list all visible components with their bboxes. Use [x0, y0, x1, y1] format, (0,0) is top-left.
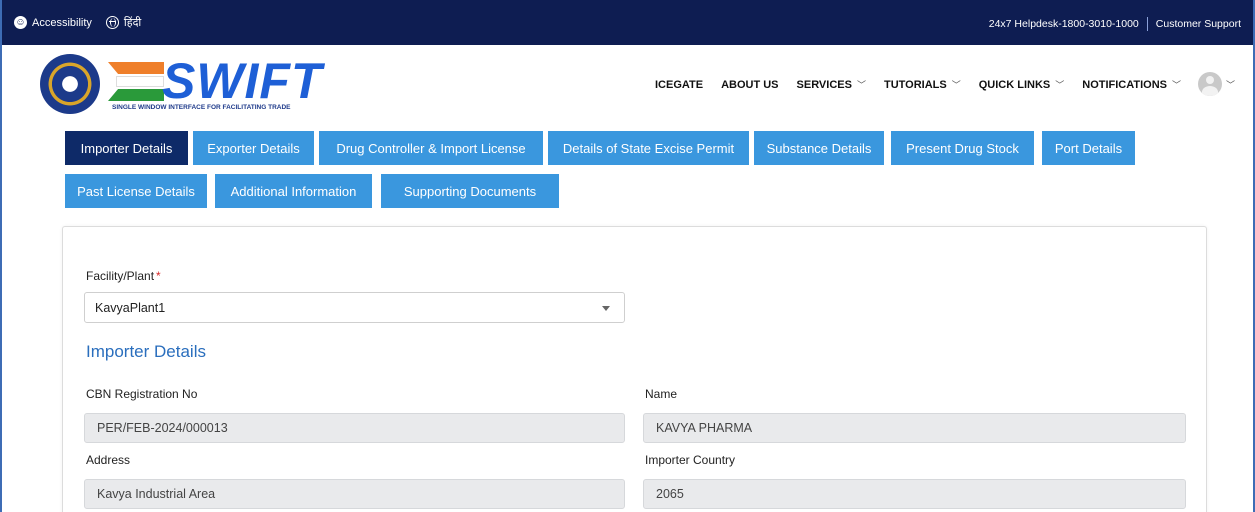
tab-past-license[interactable]: Past License Details	[65, 174, 207, 208]
nav-icegate[interactable]: ICEGATE	[655, 79, 703, 91]
tab-state-excise[interactable]: Details of State Excise Permit	[548, 131, 749, 165]
user-menu[interactable]: ﹀	[1197, 72, 1235, 96]
accessibility-link[interactable]: ☺ Accessibility	[14, 16, 92, 29]
tab-label: Substance Details	[766, 140, 872, 156]
country-value: 2065	[656, 487, 684, 501]
accessibility-icon: ☺	[14, 16, 27, 29]
nav-label: ICEGATE	[654, 78, 704, 91]
chevron-down-icon: ﹀	[951, 80, 961, 90]
nav-label: TUTORIALS	[883, 78, 947, 91]
customer-support-link[interactable]: Customer Support	[1156, 18, 1241, 30]
required-marker: *	[156, 269, 161, 283]
nav-services[interactable]: SERVICES ﹀	[797, 78, 866, 91]
logo-tagline: SINGLE WINDOW INTERFACE FOR FACILITATING…	[112, 104, 291, 111]
utility-links: ☺ Accessibility हिंदी	[14, 15, 155, 30]
nav-notifications[interactable]: NOTIFICATIONS ﹀	[1082, 78, 1181, 91]
country-field[interactable]: 2065	[643, 479, 1186, 509]
logo-word: SWIFT	[162, 53, 323, 109]
cbn-value: PER/FEB-2024/000013	[97, 421, 228, 435]
address-label: Address	[86, 453, 131, 467]
support-links: 24x7 Helpdesk-1800-3010-1000 Customer Su…	[989, 17, 1241, 31]
nav-label: SERVICES	[796, 78, 852, 91]
facility-select[interactable]: KavyaPlant1	[84, 292, 625, 323]
caret-down-icon	[602, 306, 610, 311]
tab-supporting-documents[interactable]: Supporting Documents	[381, 174, 559, 208]
tab-label: Additional Information	[230, 183, 357, 199]
section-title: Importer Details	[86, 342, 206, 361]
page-frame: ☺ Accessibility हिंदी 24x7 Helpdesk-1800…	[0, 0, 1255, 512]
facility-select-value: KavyaPlant1	[95, 300, 166, 315]
site-header: SWIFT SINGLE WINDOW INTERFACE FOR FACILI…	[2, 45, 1253, 120]
language-link[interactable]: हिंदी	[105, 15, 142, 30]
emblem-logo	[40, 54, 100, 114]
chevron-down-icon: ﹀	[856, 80, 866, 90]
tab-exporter-details[interactable]: Exporter Details	[193, 131, 314, 165]
address-field[interactable]: Kavya Industrial Area	[84, 479, 625, 509]
nav-label: NOTIFICATIONS	[1082, 78, 1167, 91]
chevron-down-icon: ﹀	[1055, 80, 1065, 90]
address-value: Kavya Industrial Area	[97, 487, 216, 501]
swift-logo[interactable]: SWIFT SINGLE WINDOW INTERFACE FOR FACILI…	[108, 53, 322, 118]
tab-importer-details[interactable]: Importer Details	[65, 131, 188, 165]
tab-label: Details of State Excise Permit	[562, 140, 735, 156]
tab-label: Port Details	[1054, 140, 1123, 156]
nav-label: ABOUT US	[721, 78, 779, 91]
main-nav: ICEGATE ABOUT US SERVICES ﹀ TUTORIALS ﹀ QU…	[637, 78, 1181, 91]
nav-about-us[interactable]: ABOUT US	[721, 79, 778, 91]
avatar	[1197, 72, 1222, 96]
name-label: Name	[645, 387, 678, 401]
tab-port-details[interactable]: Port Details	[1042, 131, 1135, 165]
accessibility-label: Accessibility	[32, 16, 92, 29]
facility-label: Facility/Plant *	[86, 269, 161, 283]
top-utility-bar: ☺ Accessibility हिंदी 24x7 Helpdesk-1800…	[2, 0, 1253, 45]
nav-quick-links[interactable]: QUICK LINKS ﹀	[979, 78, 1065, 91]
country-label: Importer Country	[645, 453, 736, 467]
tab-substance-details[interactable]: Substance Details	[754, 131, 884, 165]
helpdesk-link[interactable]: 24x7 Helpdesk-1800-3010-1000	[989, 18, 1139, 30]
tab-additional-info[interactable]: Additional Information	[215, 174, 372, 208]
tab-label: Supporting Documents	[403, 183, 537, 199]
name-field[interactable]: KAVYA PHARMA	[643, 413, 1186, 443]
tab-label: Drug Controller & Import License	[336, 140, 526, 156]
cbn-label: CBN Registration No	[86, 387, 198, 401]
divider	[1146, 17, 1148, 31]
tab-drug-controller[interactable]: Drug Controller & Import License	[319, 131, 543, 165]
tab-label: Past License Details	[77, 183, 195, 199]
language-label: हिंदी	[123, 17, 142, 29]
importer-details-card: Facility/Plant * KavyaPlant1 Importer Det…	[62, 226, 1207, 512]
facility-label-text: Facility/Plant	[86, 269, 155, 283]
nav-tutorials[interactable]: TUTORIALS ﹀	[884, 78, 961, 91]
tab-label: Exporter Details	[207, 140, 300, 156]
nav-label: QUICK LINKS	[978, 78, 1051, 91]
chevron-down-icon: ﹀	[1171, 80, 1181, 90]
chevron-down-icon: ﹀	[1225, 79, 1235, 90]
flag-arrow-graphic	[108, 62, 164, 102]
globe-icon	[105, 16, 119, 29]
tab-label: Present Drug Stock	[906, 140, 1019, 156]
name-value: KAVYA PHARMA	[656, 421, 753, 435]
cbn-field[interactable]: PER/FEB-2024/000013	[84, 413, 625, 443]
tab-label: Importer Details	[80, 140, 173, 156]
tab-present-drug-stock[interactable]: Present Drug Stock	[891, 131, 1034, 165]
